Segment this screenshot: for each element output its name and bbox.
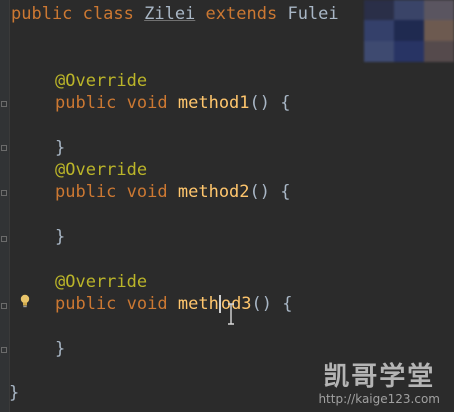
method-name: method2 [177, 182, 250, 202]
method-params-brace: () { [249, 182, 291, 202]
keyword-void: void [126, 294, 168, 314]
method-name: method1 [177, 93, 250, 113]
code-editor[interactable]: public class Zilei extends Fulei @Overri… [0, 0, 454, 412]
code-line-method3-signature[interactable]: public void meth od3() { [55, 293, 293, 315]
method-params-brace: () { [251, 294, 293, 314]
code-line-class-close-brace[interactable]: } [9, 382, 19, 404]
code-line-annotation[interactable]: @Override [55, 70, 147, 92]
class-name: Zilei [144, 4, 196, 24]
lightbulb-icon[interactable] [19, 294, 31, 308]
keyword-void: void [126, 182, 168, 202]
blurred-region [364, 0, 454, 62]
fold-marker[interactable] [1, 236, 7, 242]
keyword-public: public [55, 93, 117, 113]
fold-marker[interactable] [1, 101, 7, 107]
code-line-close-brace[interactable]: } [55, 137, 65, 159]
fold-marker[interactable] [1, 347, 7, 353]
annotation-override: @Override [55, 71, 148, 91]
close-brace: } [55, 339, 66, 359]
fold-marker[interactable] [1, 190, 7, 196]
method-name-part: meth [177, 294, 219, 314]
close-brace: } [55, 227, 66, 247]
parent-class-name: Fulei [287, 4, 339, 24]
watermark: 凯哥学堂 http://kaige123.com [318, 362, 440, 406]
method-params-brace: () { [249, 93, 291, 113]
code-line-annotation[interactable]: @Override [55, 159, 147, 181]
keyword-extends: extends [205, 4, 278, 24]
close-brace: } [9, 383, 20, 403]
annotation-override: @Override [55, 272, 148, 292]
watermark-title: 凯哥学堂 [323, 362, 436, 392]
annotation-override: @Override [55, 160, 148, 180]
close-brace: } [55, 138, 66, 158]
keyword-public: public [55, 294, 117, 314]
code-line-close-brace[interactable]: } [55, 226, 65, 248]
code-line-method1-signature[interactable]: public void method1() { [55, 92, 290, 114]
fold-marker[interactable] [1, 303, 7, 309]
keyword-public: public [11, 4, 73, 24]
code-line-close-brace[interactable]: } [55, 338, 65, 360]
keyword-public: public [55, 182, 117, 202]
keyword-class: class [82, 4, 134, 24]
ibeam-cursor-icon [228, 303, 234, 325]
code-line-method2-signature[interactable]: public void method2() { [55, 181, 290, 203]
keyword-void: void [126, 93, 168, 113]
code-line-class-declaration[interactable]: public class Zilei extends Fulei [11, 3, 339, 25]
watermark-url: http://kaige123.com [318, 392, 440, 406]
code-line-annotation[interactable]: @Override [55, 271, 147, 293]
editor-gutter [0, 0, 10, 412]
fold-marker[interactable] [1, 145, 7, 151]
